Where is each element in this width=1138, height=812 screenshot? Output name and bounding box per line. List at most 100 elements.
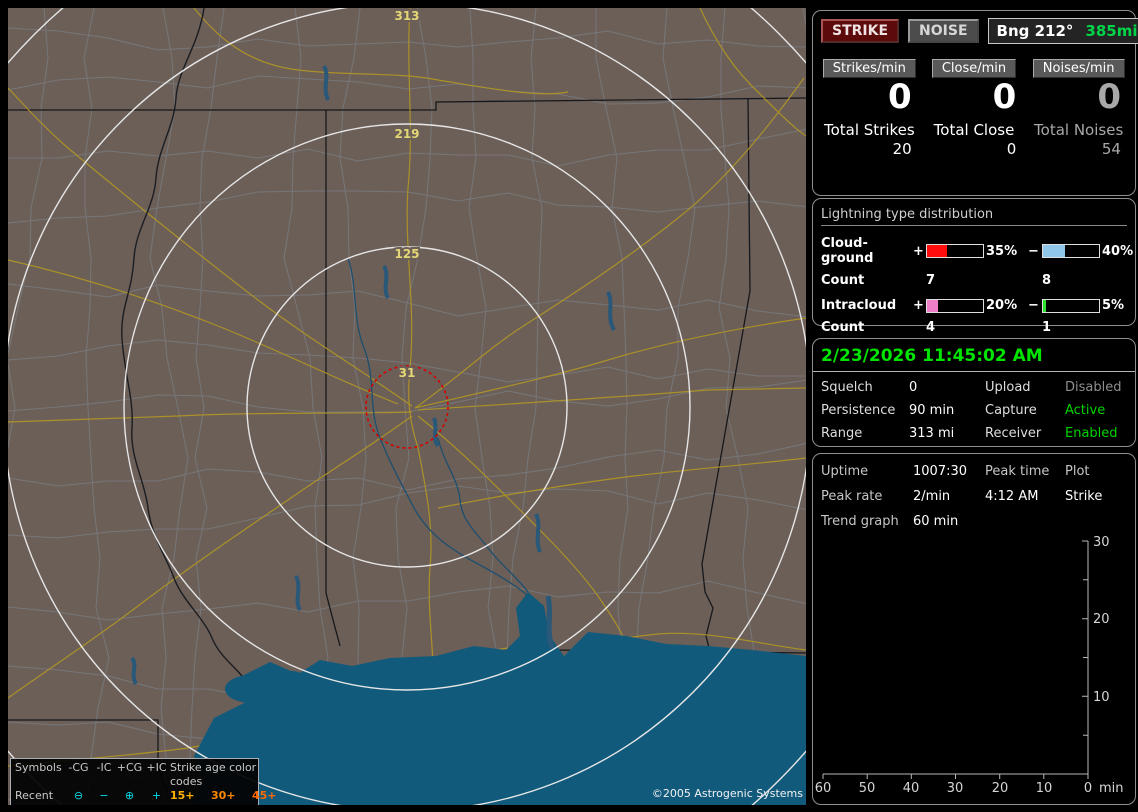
close-per-min-value: 0 — [992, 77, 1017, 117]
cg-positive-pct: 35% — [986, 243, 1018, 259]
plus-sign: + — [913, 243, 924, 259]
status-row: Range 313 mi Receiver Enabled — [821, 426, 1127, 441]
trend-y-tick-30: 30 — [1093, 535, 1110, 550]
noises-per-min-value: 0 — [1097, 77, 1121, 117]
receiver-status: Enabled — [1065, 426, 1118, 441]
legend-symbols-header: Symbols — [15, 761, 62, 774]
count-label: Count — [821, 320, 865, 335]
strikes-counter: Strikes/min 0 Total Strikes 20 — [817, 59, 922, 158]
receiver-status-box: 2/23/2026 11:45:02 AM Squelch 0 Upload D… — [812, 338, 1136, 447]
strike-button[interactable]: STRIKE — [821, 19, 900, 43]
ic-positive-bar — [926, 298, 984, 313]
old-pos-cg-icon: ⊕ — [116, 803, 143, 805]
close-counter: Close/min 0 Total Close 0 — [922, 59, 1027, 158]
cg-positive-count: 7 — [926, 273, 936, 288]
minus-sign: − — [1028, 298, 1039, 313]
lake — [225, 675, 277, 703]
lake — [280, 671, 304, 687]
ring-label-219: 219 — [394, 127, 419, 141]
bearing-distance: 385mi — [1085, 22, 1138, 40]
old-neg-ic-icon: − — [92, 803, 116, 805]
trend-x-tick-30: 30 — [947, 781, 964, 796]
legend-col-pos-cg: +CG — [116, 761, 143, 774]
trend-x-unit: min — [1099, 781, 1124, 796]
age-15: 15+ — [170, 789, 195, 802]
counters-box: STRIKE NOISE Bng 212° 385mi Strikes/min … — [812, 10, 1138, 196]
age-30: 30+ — [211, 789, 236, 802]
status-row: Persistence 90 min Capture Active — [821, 403, 1127, 418]
trend-x-tick-20: 20 — [992, 781, 1009, 796]
bearing-readout: Bng 212° 385mi — [987, 18, 1138, 44]
ring-label-125: 125 — [394, 247, 419, 261]
intracloud-row: Intracloud + 20% − 5% — [821, 298, 1127, 313]
cg-negative-pct: 40% — [1102, 243, 1134, 259]
upload-status: Disabled — [1065, 380, 1122, 395]
ring-label-313: 313 — [394, 9, 419, 23]
trend-y-minor-ticks — [1083, 579, 1088, 736]
plus-sign: + — [913, 298, 924, 313]
trend-y-tick-20: 20 — [1093, 612, 1110, 627]
distribution-box: Lightning type distribution Cloud-ground… — [812, 198, 1136, 335]
intracloud-count-row: Count 4 1 — [821, 320, 1127, 335]
recent-pos-ic-icon: + — [151, 789, 162, 802]
distribution-title: Lightning type distribution — [821, 207, 1127, 226]
age-60: 60+ — [170, 803, 211, 805]
legend-col-neg-cg: -CG — [68, 761, 89, 774]
upload-label: Upload — [985, 380, 1031, 395]
ic-negative-count: 1 — [1042, 320, 1052, 335]
legend-col-pos-ic: +IC — [146, 761, 167, 774]
copyright-text: ©2005 Astrogenic Systems — [651, 787, 803, 800]
map-canvas: 313 219 125 31 — [8, 8, 806, 805]
trend-x-tick-60: 60 — [815, 781, 832, 796]
ic-negative-bar — [1042, 298, 1100, 313]
squelch-value: 0 — [909, 380, 918, 395]
range-label: Range — [821, 426, 863, 441]
datetime-display: 2/23/2026 11:45:02 AM — [813, 339, 1135, 372]
map-legend: Symbols -CG -IC +CG +IC Strike age color… — [10, 758, 277, 805]
strikes-per-min-button[interactable]: Strikes/min — [822, 59, 916, 78]
count-label: Count — [821, 273, 865, 288]
lightning-detector-app: 313 219 125 31 Symbols -CG -IC +CG +IC S… — [0, 0, 1138, 812]
ic-positive-pct: 20% — [986, 298, 1018, 313]
trend-box: Uptime 1007:30 Peak time Plot Peak rate … — [812, 453, 1136, 805]
legend-age-header: Strike age color codes — [170, 761, 257, 788]
minus-sign: − — [1028, 243, 1039, 259]
close-per-min-button[interactable]: Close/min — [931, 59, 1017, 78]
trend-x-tick-40: 40 — [903, 781, 920, 796]
recent-pos-cg-icon: ⊕ — [124, 789, 135, 802]
total-close-value: 0 — [1006, 139, 1017, 158]
noise-button[interactable]: NOISE — [908, 19, 979, 43]
persistence-label: Persistence — [821, 403, 896, 418]
noises-counter: Noises/min 0 Total Noises 54 — [1026, 59, 1131, 158]
intracloud-label: Intracloud — [821, 298, 897, 313]
trend-x-tick-50: 50 — [859, 781, 876, 796]
status-row: Squelch 0 Upload Disabled — [821, 380, 1127, 395]
strike-map: 313 219 125 31 Symbols -CG -IC +CG +IC S… — [8, 8, 806, 805]
old-neg-cg-icon: ⊖ — [65, 803, 92, 805]
age-75: 75+ — [211, 803, 252, 805]
old-pos-ic-icon: + — [143, 803, 170, 805]
total-strikes-label: Total Strikes — [823, 120, 915, 139]
trend-x-ticks — [822, 774, 1089, 779]
total-noises-label: Total Noises — [1034, 120, 1124, 139]
ic-positive-count: 4 — [926, 320, 936, 335]
capture-status: Active — [1065, 403, 1106, 418]
total-strikes-value: 20 — [892, 139, 912, 158]
recent-neg-cg-icon: ⊖ — [73, 789, 84, 802]
cloud-ground-row: Cloud-ground + 35% − 40% — [821, 236, 1133, 266]
range-value: 313 mi — [909, 426, 955, 441]
bearing-value: Bng 212° — [996, 22, 1074, 40]
capture-label: Capture — [985, 403, 1037, 418]
squelch-label: Squelch — [821, 380, 873, 395]
cloud-ground-count-row: Count 7 8 — [821, 273, 1127, 288]
persistence-value: 90 min — [909, 403, 955, 418]
trend-x-tick-0: 0 — [1084, 781, 1092, 796]
legend-recent-label: Recent — [15, 789, 54, 802]
legend-old-label: Old — [15, 803, 65, 805]
total-noises-value: 54 — [1101, 139, 1121, 158]
trend-axes — [823, 541, 1089, 775]
trend-graph: 30 20 10 60 50 40 30 20 10 0 min — [815, 535, 1124, 796]
noises-per-min-button[interactable]: Noises/min — [1032, 59, 1125, 78]
cg-positive-bar — [926, 244, 984, 258]
recent-neg-ic-icon: − — [99, 789, 109, 802]
